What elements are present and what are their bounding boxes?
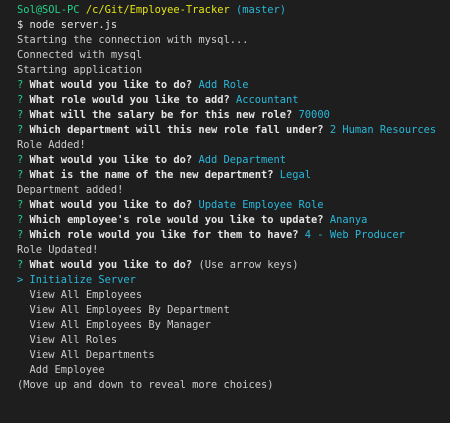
question-text: What would you like to do? [29,199,193,211]
question-line: ? Which employee's role would you like t… [17,213,450,228]
question-text: What would you like to do? [29,154,193,166]
question-text: What will the salary be for this new rol… [29,109,293,121]
answer-text: 70000 [298,109,330,121]
answer-text: Legal [279,169,312,181]
menu-item[interactable]: View All Employees [17,288,450,303]
question-mark: ? [17,154,24,166]
prompt-symbol: $ [17,19,24,31]
menu-item-label: Add Employee [29,364,105,376]
answer-text: 2 Human Resources [329,124,437,136]
hint-text: (Use arrow keys) [198,259,299,271]
menu-footer-hint: (Move up and down to reveal more choices… [17,379,274,391]
question-text: What would you like to do? [29,79,193,91]
question-mark: ? [17,229,24,241]
terminal-window[interactable]: Sol@SOL-PC /c/Git/Employee-Tracker (mast… [0,0,450,423]
question-line: ? What would you like to do? Add Departm… [17,153,450,168]
menu-item-label: View All Employees By Department [29,304,230,316]
answer-text: Accountant [235,94,299,106]
menu-item-label: View All Departments [29,349,155,361]
question-text: Which role would you like for them to ha… [29,229,299,241]
status-message: Department added! [17,184,124,196]
answer-text: Add Department [198,154,287,166]
prompt-line: Sol@SOL-PC /c/Git/Employee-Tracker (mast… [17,3,450,18]
answer-text: 4 - Web Producer [304,229,405,241]
question-line: ? What is the name of the new department… [17,168,450,183]
question-mark: ? [17,169,24,181]
prompt-branch: (master) [235,4,287,16]
menu-item[interactable]: Add Employee [17,363,450,378]
question-mark: ? [17,259,24,271]
menu-item[interactable]: View All Roles [17,333,450,348]
question-text: What would you like to do? [29,259,193,271]
question-line: ? What will the salary be for this new r… [17,108,450,123]
question-line-active: ? What would you like to do? (Use arrow … [17,258,450,273]
question-text: What role would you like to add? [29,94,230,106]
question-mark: ? [17,199,24,211]
command-line: $ node server.js [17,18,450,33]
menu-item[interactable]: View All Employees By Manager [17,318,450,333]
output-line-connected: Connected with mysql [17,49,143,61]
menu-item-label: Initialize Server [29,274,136,286]
question-line: ? What role would you like to add? Accou… [17,93,450,108]
menu-item[interactable]: View All Employees By Department [17,303,450,318]
menu-item[interactable]: View All Departments [17,348,450,363]
question-mark: ? [17,79,24,91]
question-line: ? Which role would you like for them to … [17,228,450,243]
question-mark: ? [17,94,24,106]
output-line-starting: Starting the connection with mysql... [17,34,249,46]
output-line-app-start: Starting application [17,64,143,76]
menu-item-label: View All Employees [29,289,143,301]
status-message: Role Updated! [17,244,99,256]
question-mark: ? [17,109,24,121]
answer-text: Update Employee Role [198,199,324,211]
answer-text: Ananya [329,214,368,226]
question-line: ? Which department will this new role fa… [17,123,450,138]
question-line: ? What would you like to do? Update Empl… [17,198,450,213]
status-message: Role Added! [17,139,86,151]
question-line: ? What would you like to do? Add Role [17,78,450,93]
prompt-path: /c/Git/Employee-Tracker [85,4,230,16]
prompt-user-host: Sol@SOL-PC [17,4,80,16]
answer-text: Add Role [198,79,249,91]
question-text: Which department will this new role fall… [29,124,324,136]
question-text: What is the name of the new department? [29,169,274,181]
menu-item-selected[interactable]: > Initialize Server [17,273,450,288]
menu-item-label: View All Roles [29,334,118,346]
command-text: node server.js [29,19,118,31]
question-mark: ? [17,214,24,226]
question-mark: ? [17,124,24,136]
pointer-icon: > [17,274,24,286]
question-text: Which employee's role would you like to … [29,214,324,226]
menu-item-label: View All Employees By Manager [29,319,211,331]
